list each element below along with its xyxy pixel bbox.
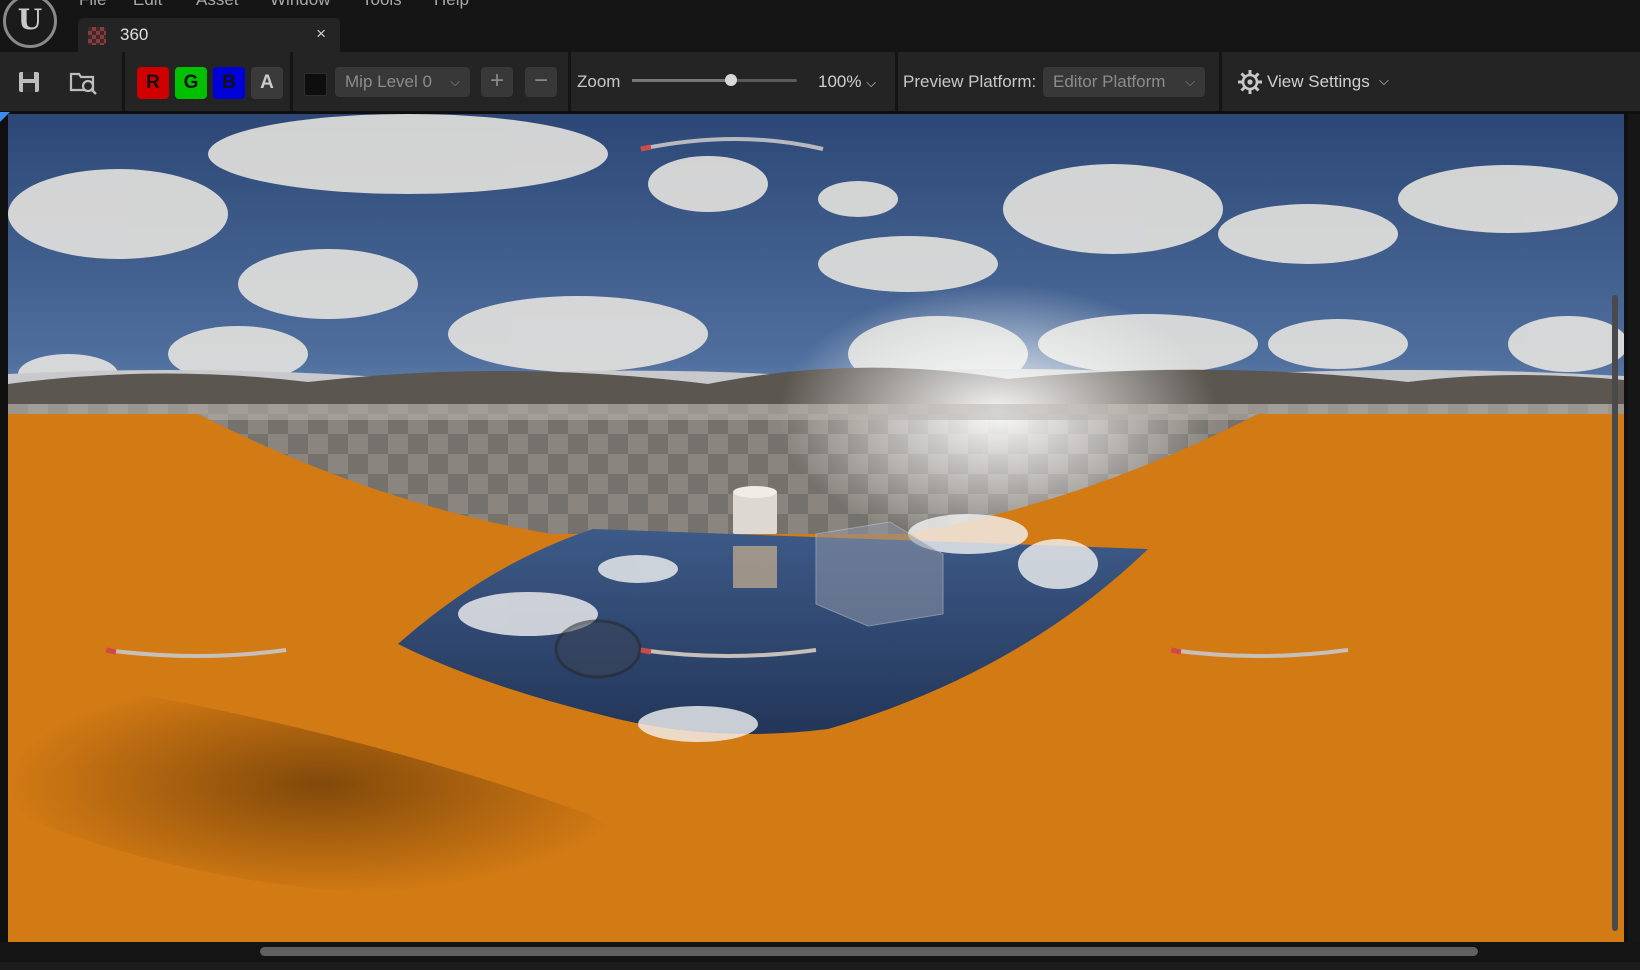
toolbar-separator (895, 52, 898, 111)
side-panel-edge (1628, 114, 1640, 942)
mip-level-value: Mip Level 0 (345, 72, 432, 91)
toolbar: R G B A Mip Level 0 ⌵ + − Zoom 100% ⌵ Pr… (0, 52, 1640, 111)
close-icon[interactable]: × (316, 24, 326, 44)
browse-asset-icon[interactable] (68, 67, 98, 97)
horizontal-scrollbar[interactable] (260, 947, 1478, 956)
mip-level-dropdown[interactable]: Mip Level 0 ⌵ (335, 67, 470, 97)
vertical-scrollbar[interactable] (1612, 295, 1618, 931)
zoom-slider-track[interactable] (632, 79, 797, 82)
mip-decrease-button[interactable]: − (525, 67, 557, 97)
channel-alpha-button[interactable]: A (251, 67, 283, 99)
status-bar (0, 962, 1640, 970)
mip-toggle-checkbox[interactable] (304, 73, 327, 96)
menu-tools[interactable]: Tools (362, 0, 402, 10)
gear-icon (1238, 70, 1262, 94)
unreal-logo-icon[interactable]: U (3, 0, 57, 48)
menu-bar: U File Edit Asset Window Tools Help 360 … (0, 0, 1640, 52)
preview-platform-label: Preview Platform: (903, 72, 1037, 91)
menu-asset[interactable]: Asset (196, 0, 239, 10)
menu-edit[interactable]: Edit (133, 0, 162, 10)
toolbar-separator (568, 52, 571, 111)
toolbar-separator (1219, 52, 1222, 111)
tab-title: 360 (120, 25, 149, 44)
view-settings-label: View Settings (1267, 72, 1370, 91)
zoom-value: 100% (818, 72, 862, 91)
chevron-down-icon: ⌵ (1379, 73, 1389, 88)
chevron-down-icon: ⌵ (866, 75, 877, 90)
channel-blue-button[interactable]: B (213, 67, 245, 99)
texture-preview-image (8, 114, 1624, 942)
zoom-slider-fill (632, 79, 731, 82)
menu-window[interactable]: Window (270, 0, 330, 10)
texture-icon (88, 27, 106, 45)
channel-red-button[interactable]: R (137, 67, 169, 99)
chevron-down-icon: ⌵ (450, 74, 460, 89)
preview-platform-value: Editor Platform (1053, 72, 1166, 91)
channel-green-button[interactable]: G (175, 67, 207, 99)
toolbar-separator (122, 52, 125, 111)
menu-help[interactable]: Help (434, 0, 469, 10)
chevron-down-icon: ⌵ (1185, 74, 1195, 89)
document-tab[interactable]: 360 × (78, 18, 340, 52)
menu-file[interactable]: File (79, 0, 106, 10)
preview-platform-dropdown[interactable]: Editor Platform ⌵ (1043, 67, 1205, 97)
mip-increase-button[interactable]: + (481, 67, 513, 97)
texture-preview-viewport[interactable] (8, 114, 1624, 942)
save-icon[interactable] (14, 67, 44, 97)
zoom-slider-thumb[interactable] (725, 74, 737, 86)
zoom-value-dropdown[interactable]: 100% ⌵ (818, 72, 876, 92)
zoom-label: Zoom (577, 72, 621, 91)
toolbar-separator (290, 52, 293, 111)
